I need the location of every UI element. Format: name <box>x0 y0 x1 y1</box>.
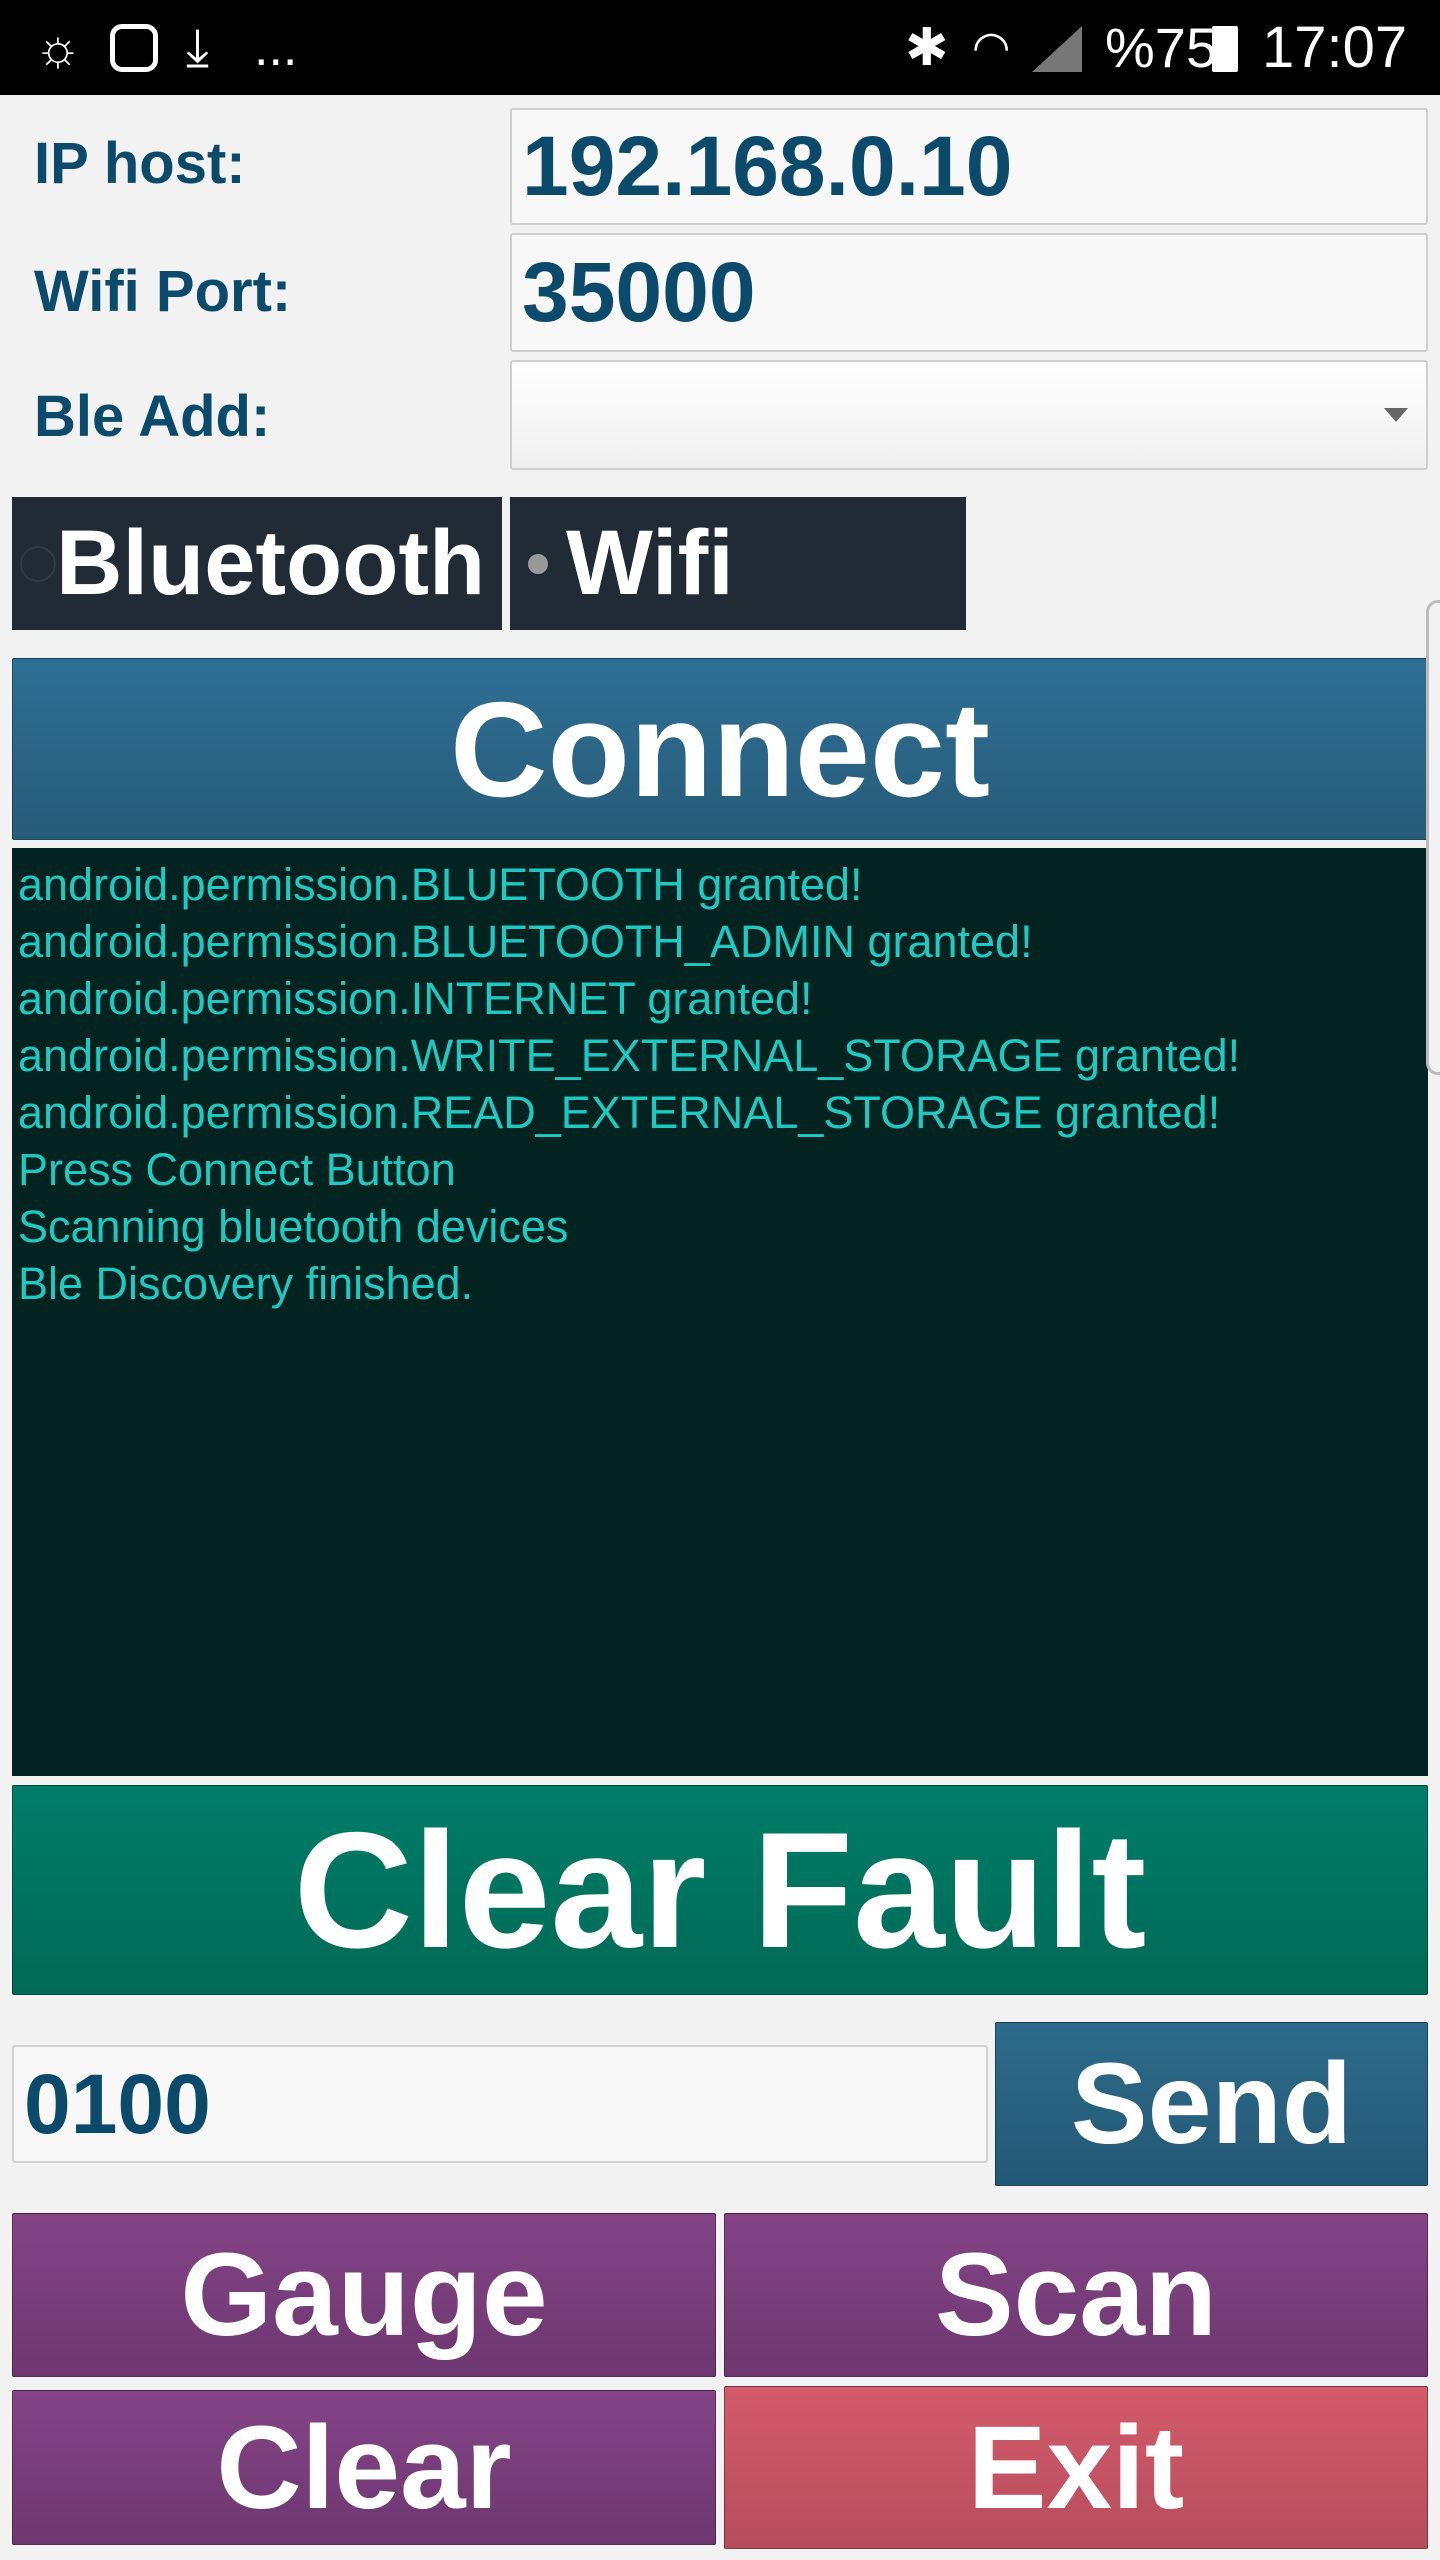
log-line: android.permission.READ_EXTERNAL_STORAGE… <box>18 1087 1221 1138</box>
command-input[interactable]: 0100 <box>12 2045 988 2163</box>
wifi-port-label: Wifi Port: <box>34 259 292 324</box>
connect-button[interactable]: Connect <box>12 658 1428 840</box>
bluetooth-icon: ✱ <box>905 19 949 77</box>
signal-icon <box>1032 26 1082 72</box>
ip-host-label: IP host: <box>34 131 246 196</box>
more-notifications-icon: ... <box>254 19 298 77</box>
ble-address-label: Ble Add: <box>34 384 271 449</box>
wifi-icon: ◠ <box>972 23 1011 72</box>
radio-wifi-label: Wifi <box>566 512 734 614</box>
send-button[interactable]: Send <box>995 2022 1428 2186</box>
battery-percent: %75 <box>1105 16 1218 79</box>
radio-bluetooth[interactable]: Bluetooth <box>12 497 502 630</box>
log-line: android.permission.WRITE_EXTERNAL_STORAG… <box>18 1030 1241 1081</box>
sync-cloud-icon: ☼ <box>34 19 82 77</box>
clock: 17:07 <box>1262 15 1408 80</box>
ip-host-input[interactable]: 192.168.0.10 <box>510 108 1428 225</box>
log-line: Scanning bluetooth devices <box>18 1201 569 1252</box>
download-icon: ⤓ <box>186 19 209 77</box>
scrollbar[interactable] <box>1426 600 1440 1075</box>
log-line: Press Connect Button <box>18 1144 456 1195</box>
chevron-down-icon <box>1384 408 1408 422</box>
clear-fault-button[interactable]: Clear Fault <box>12 1785 1428 1995</box>
radio-unchecked-icon <box>20 545 56 582</box>
gauge-button[interactable]: Gauge <box>12 2213 716 2377</box>
clear-button[interactable]: Clear <box>12 2390 716 2545</box>
instagram-icon <box>110 24 158 72</box>
radio-checked-icon <box>520 545 556 582</box>
status-bar: ☼ ⤓ ... ✱ ◠ %75 17:07 <box>0 0 1440 95</box>
battery-charging-icon <box>1212 26 1238 72</box>
log-line: Ble Discovery finished. <box>18 1258 474 1309</box>
radio-wifi[interactable]: Wifi <box>510 497 966 630</box>
radio-bluetooth-label: Bluetooth <box>56 512 486 614</box>
exit-button[interactable]: Exit <box>724 2386 1428 2549</box>
wifi-port-input[interactable]: 35000 <box>510 233 1428 352</box>
scan-button[interactable]: Scan <box>724 2213 1428 2377</box>
ble-address-dropdown[interactable] <box>510 360 1428 470</box>
log-line: android.permission.BLUETOOTH granted! <box>18 859 863 910</box>
log-output: android.permission.BLUETOOTH granted! and… <box>12 848 1428 1776</box>
log-line: android.permission.INTERNET granted! <box>18 973 813 1024</box>
log-line: android.permission.BLUETOOTH_ADMIN grant… <box>18 916 1033 967</box>
